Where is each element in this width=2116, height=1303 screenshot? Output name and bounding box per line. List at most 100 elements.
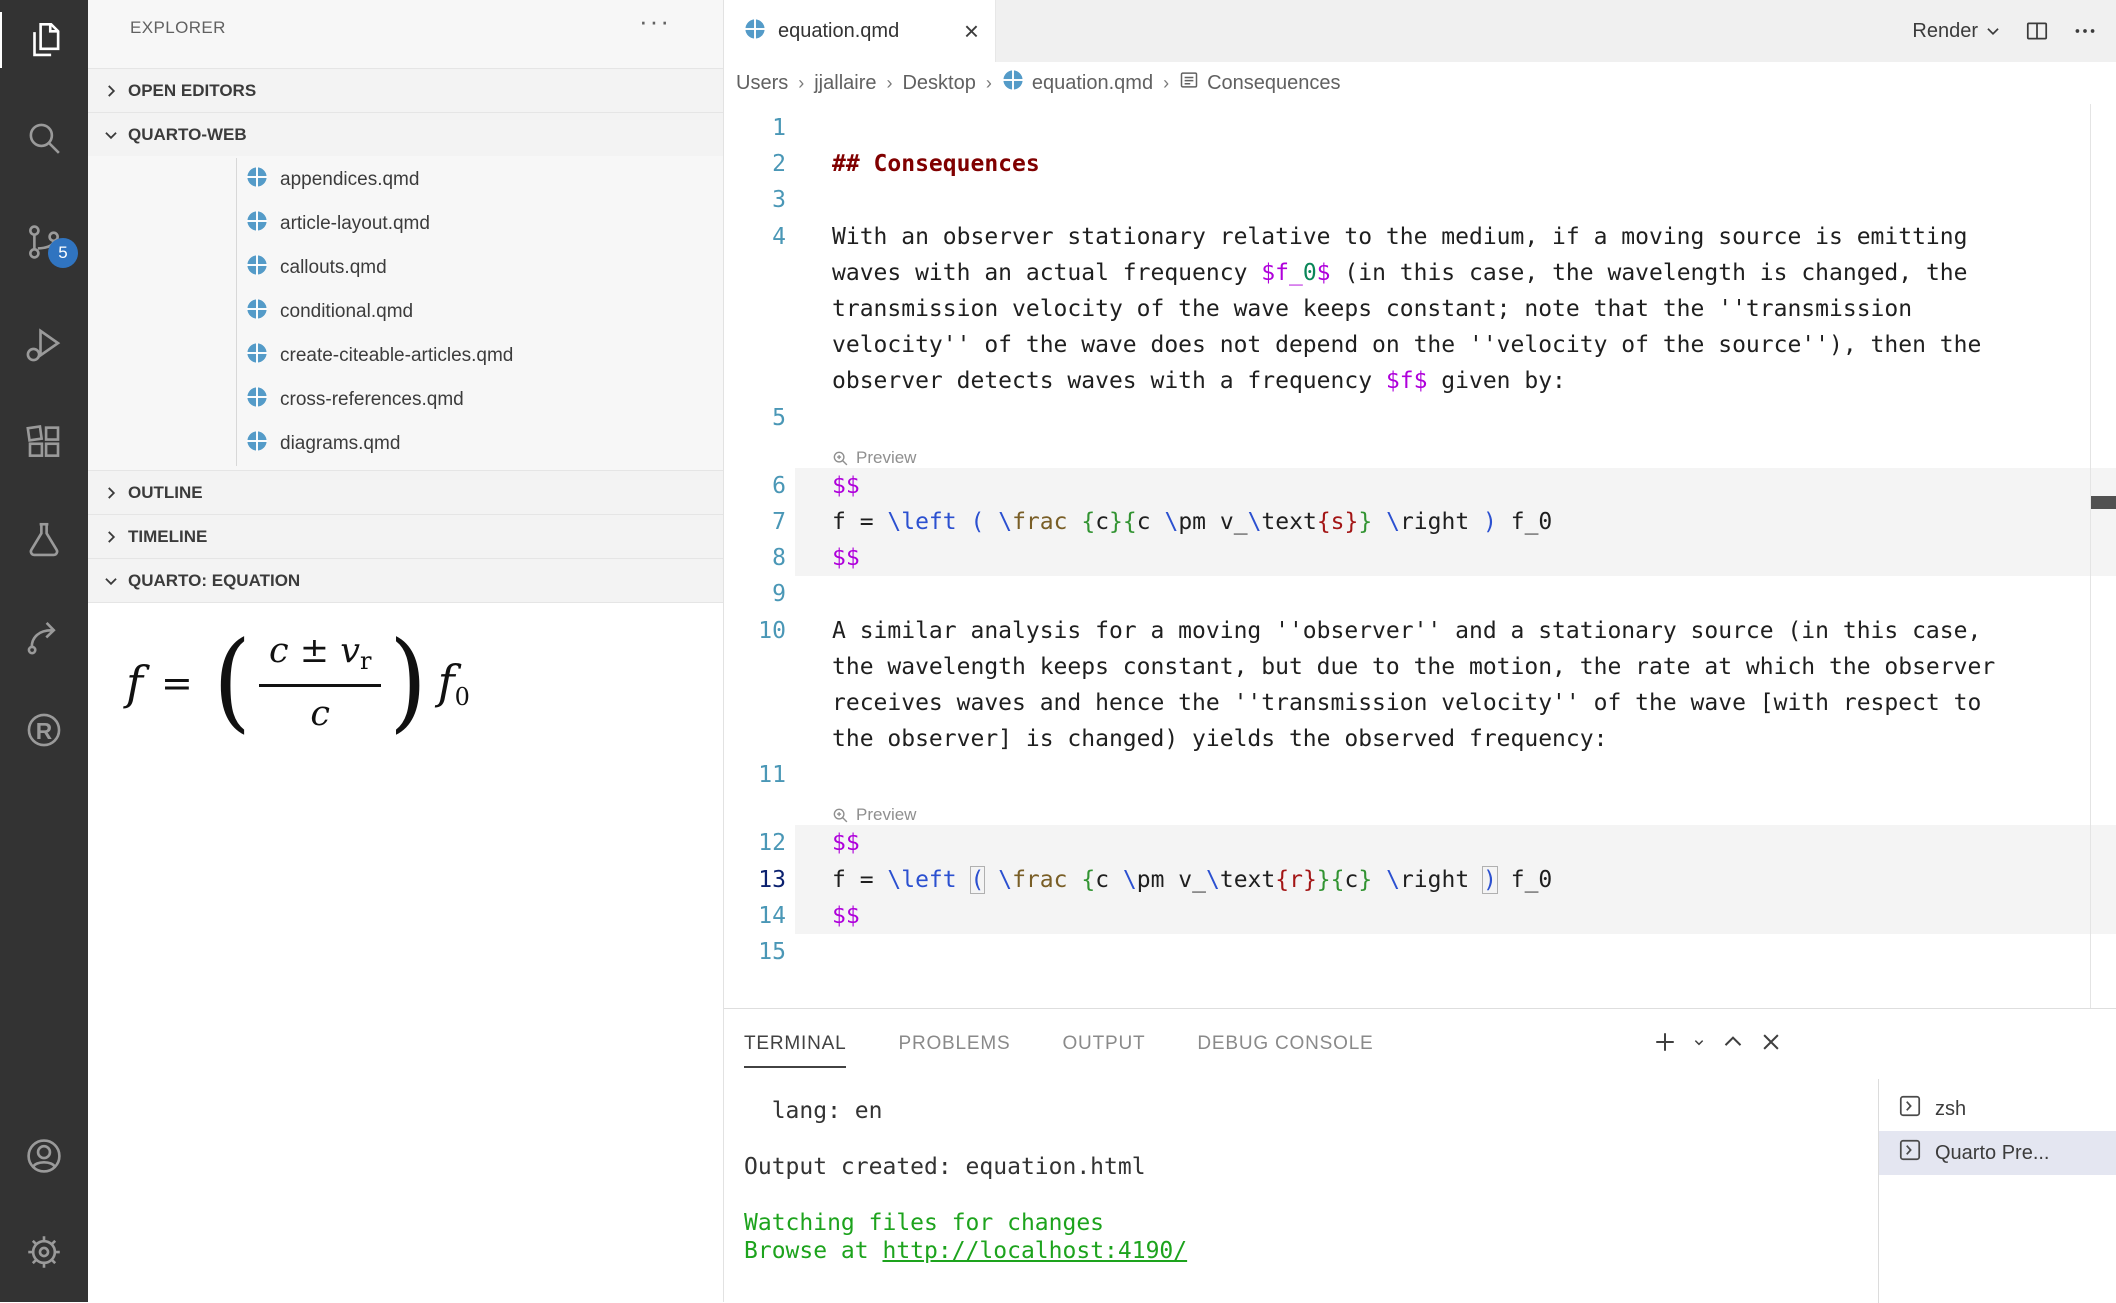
close-tab-icon[interactable]: × — [964, 18, 979, 44]
activity-search-icon[interactable] — [0, 110, 88, 166]
chevron-down-icon — [1984, 22, 2002, 40]
tab-equation-qmd[interactable]: equation.qmd × — [724, 0, 996, 62]
file-row-cross-references.qmd[interactable]: cross-references.qmd — [88, 378, 723, 422]
editor-line[interactable]: 5 — [724, 400, 2116, 436]
maximize-panel-icon[interactable] — [1718, 1027, 1748, 1057]
section-quarto-equation[interactable]: QUARTO: EQUATION — [88, 558, 723, 602]
line-number: 14 — [724, 903, 800, 929]
editor-actions: Render — [1912, 0, 2098, 62]
terminal-output: lang: en Output created: equation.html W… — [744, 1097, 1187, 1265]
file-row-create-citeable-articles.qmd[interactable]: create-citeable-articles.qmd — [88, 334, 723, 378]
editor-line[interactable]: waves with an actual frequency $f_0$ (in… — [724, 255, 2116, 291]
breadcrumb-separator: › — [986, 73, 992, 94]
panel-tab-debug-console[interactable]: DEBUG CONSOLE — [1197, 1033, 1373, 1055]
activity-extensions-icon[interactable] — [0, 414, 88, 470]
close-panel-icon[interactable] — [1756, 1027, 1786, 1057]
editor-line[interactable]: 7f = \left ( \frac {c}{c \pm v_\text{s}}… — [724, 504, 2116, 540]
section-outline[interactable]: OUTLINE — [88, 470, 723, 514]
panel-tabs: TERMINAL PROBLEMS OUTPUT DEBUG CONSOLE — [744, 1009, 1374, 1079]
section-timeline[interactable]: TIMELINE — [88, 514, 723, 558]
terminal-line — [744, 1125, 1187, 1153]
render-button[interactable]: Render — [1912, 20, 2002, 43]
breadcrumb-item-Consequences[interactable]: Consequences — [1179, 70, 1340, 96]
chevron-down-icon[interactable] — [1688, 1031, 1710, 1053]
chevron-down-icon — [102, 126, 120, 144]
line-number: 4 — [724, 224, 800, 250]
explorer-title: EXPLORER — [130, 0, 226, 56]
equation-equals: = — [161, 661, 193, 705]
file-row-appendices.qmd[interactable]: appendices.qmd — [88, 158, 723, 202]
panel-actions — [1650, 1027, 1786, 1057]
breadcrumb-item-Desktop[interactable]: Desktop — [902, 72, 975, 95]
editor-line[interactable]: 13f = \left ( \frac {c \pm v_\text{r}}{c… — [724, 862, 2116, 898]
file-row-conditional.qmd[interactable]: conditional.qmd — [88, 290, 723, 334]
codelens-preview[interactable]: Preview — [724, 793, 2116, 825]
scrollbar-marker[interactable] — [2091, 496, 2116, 509]
section-label: OPEN EDITORS — [128, 81, 256, 101]
editor-line[interactable]: receives waves and hence the ''transmiss… — [724, 685, 2116, 721]
editor-line[interactable]: 15 — [724, 934, 2116, 970]
terminal-list-item-zsh[interactable]: zsh — [1879, 1087, 2116, 1131]
rendered-equation: f = ( c ± vr c ) f0 — [88, 603, 723, 734]
terminal-panel: TERMINAL PROBLEMS OUTPUT DEBUG CONSOLE lang… — [724, 1008, 2116, 1302]
scm-badge: 5 — [48, 238, 78, 268]
editor-line[interactable]: 9 — [724, 576, 2116, 612]
breadcrumb-item-jjallaire[interactable]: jjallaire — [814, 72, 876, 95]
editor-line[interactable]: transmission velocity of the wave keeps … — [724, 291, 2116, 327]
fraction-numerator: c ± vr — [259, 631, 381, 687]
panel-tab-output[interactable]: OUTPUT — [1062, 1033, 1145, 1055]
activity-publish-icon[interactable] — [0, 608, 88, 664]
activity-files-icon[interactable] — [0, 12, 88, 68]
file-name: create-citeable-articles.qmd — [280, 345, 513, 367]
fraction-denominator: c — [310, 687, 330, 734]
breadcrumb-item-Users[interactable]: Users — [736, 72, 788, 95]
codelens-preview[interactable]: Preview — [724, 436, 2116, 468]
terminal-list-item-Quarto Pre...[interactable]: Quarto Pre... — [1879, 1131, 2116, 1175]
section-open-editors[interactable]: OPEN EDITORS — [88, 68, 723, 112]
editor-line[interactable]: 14$$ — [724, 898, 2116, 934]
activity-source-control-icon[interactable]: 5 — [0, 214, 88, 270]
editor-line[interactable]: 6$$ — [724, 468, 2116, 504]
editor-line[interactable]: 10A similar analysis for a moving ''obse… — [724, 612, 2116, 648]
more-actions-icon[interactable] — [2072, 18, 2098, 44]
vscode-window: { "colors": { "activity_bar_bg": "#33333… — [0, 0, 2116, 1302]
editor-line[interactable]: 11 — [724, 757, 2116, 793]
editor-group: equation.qmd × Render Users›jjallaire›De… — [724, 0, 2116, 1302]
editor-line[interactable]: 8$$ — [724, 540, 2116, 576]
quarto-file-icon — [246, 210, 268, 238]
terminal-link[interactable]: http://localhost:4190/ — [882, 1238, 1187, 1264]
editor-line[interactable]: observer detects waves with a frequency … — [724, 363, 2116, 399]
editor-line[interactable]: 1 — [724, 110, 2116, 146]
quarto-file-icon — [246, 254, 268, 282]
editor-line[interactable]: 3 — [724, 182, 2116, 218]
editor-content[interactable]: 12## Consequences 3 4With an observer stat… — [724, 104, 2116, 1008]
editor-line[interactable]: the wavelength keeps constant, but due t… — [724, 649, 2116, 685]
panel-tab-problems[interactable]: PROBLEMS — [898, 1033, 1010, 1055]
activity-account-icon[interactable] — [0, 1128, 88, 1184]
terminal-label: zsh — [1935, 1098, 1966, 1121]
breadcrumb-item-equation.qmd[interactable]: equation.qmd — [1002, 69, 1153, 97]
panel-tab-terminal[interactable]: TERMINAL — [744, 1033, 846, 1055]
activity-r-lang-icon[interactable]: R — [0, 702, 88, 758]
editor-line[interactable]: 2## Consequences — [724, 146, 2116, 182]
editor-line[interactable]: the observer] is changed) yields the obs… — [724, 721, 2116, 757]
quarto-file-icon — [246, 386, 268, 414]
editor-line[interactable]: 4With an observer stationary relative to… — [724, 219, 2116, 255]
activity-run-debug-icon[interactable] — [0, 316, 88, 372]
chevron-right-icon — [102, 528, 120, 546]
section-quarto-web[interactable]: QUARTO-WEB — [88, 112, 723, 156]
split-editor-icon[interactable] — [2024, 18, 2050, 44]
section-label: TIMELINE — [128, 527, 207, 547]
editor-line[interactable]: 12$$ — [724, 825, 2116, 861]
new-terminal-icon[interactable] — [1650, 1027, 1680, 1057]
breadcrumb: Users›jjallaire›Desktop›equation.qmd›Con… — [736, 62, 1341, 104]
editor-line[interactable]: velocity'' of the wave does not depend o… — [724, 327, 2116, 363]
file-row-diagrams.qmd[interactable]: diagrams.qmd — [88, 422, 723, 466]
line-number: 3 — [724, 187, 800, 213]
activity-beaker-icon[interactable] — [0, 512, 88, 568]
file-row-article-layout.qmd[interactable]: article-layout.qmd — [88, 202, 723, 246]
explorer-more-actions-icon[interactable]: ··· — [639, 6, 671, 37]
line-number: 12 — [724, 830, 800, 856]
file-row-callouts.qmd[interactable]: callouts.qmd — [88, 246, 723, 290]
activity-settings-gear-icon[interactable] — [0, 1224, 88, 1280]
